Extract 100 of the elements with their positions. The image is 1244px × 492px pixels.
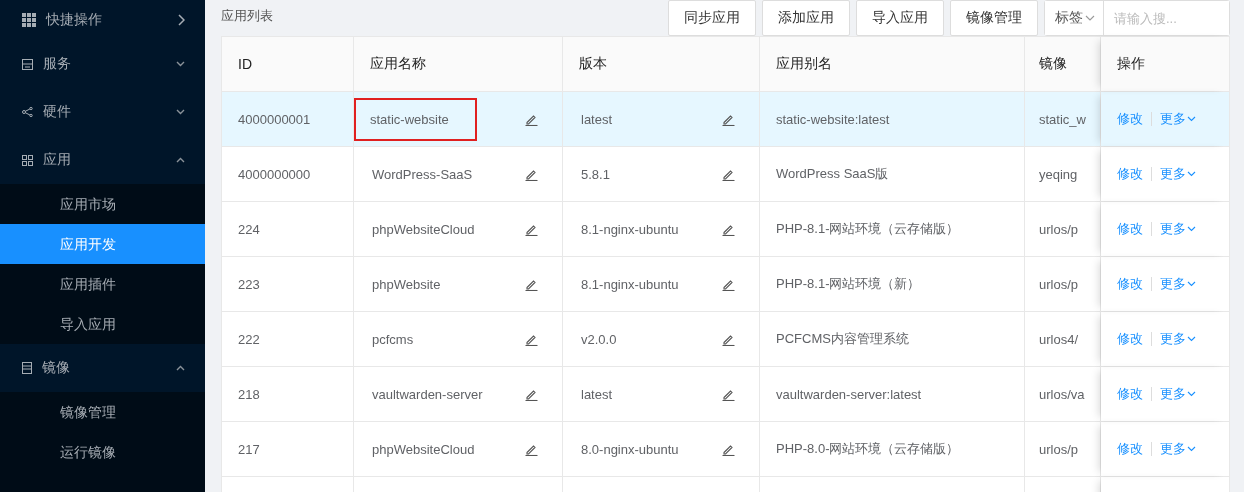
table-cell: PHP-8.0-网站环境（云存储版） bbox=[760, 422, 1025, 476]
edit-icon[interactable] bbox=[722, 442, 735, 456]
column-header: 镜像 bbox=[1025, 37, 1101, 91]
edit-icon[interactable] bbox=[525, 222, 538, 236]
toolbar-button[interactable]: 导入应用 bbox=[856, 0, 944, 36]
table-cell-text: vaultwarden-server bbox=[371, 385, 484, 404]
table-row[interactable]: 4000000000 WordPress-SaaS 5.8.1 WordPress SaaS版 yeqing 修改 更多 bbox=[222, 147, 1229, 202]
table-cell: urlos4/ bbox=[1025, 312, 1101, 366]
table-cell: 4000000000 bbox=[222, 147, 354, 201]
grid-icon bbox=[22, 13, 36, 27]
table-cell: static-website:latest bbox=[760, 92, 1025, 146]
chevron-down-icon bbox=[176, 61, 185, 67]
caret-icon bbox=[1187, 226, 1196, 232]
action-link[interactable]: 修改 bbox=[1117, 220, 1143, 238]
action-link[interactable]: 修改 bbox=[1117, 385, 1143, 403]
sidebar-group[interactable]: 服务 bbox=[0, 40, 205, 88]
sidebar-item[interactable]: 运行镜像 bbox=[0, 432, 205, 472]
edit-icon[interactable] bbox=[525, 277, 538, 291]
table-cell-text: 8.1-nginx-ubuntu bbox=[580, 275, 680, 294]
caret-icon bbox=[1187, 391, 1196, 397]
edit-icon[interactable] bbox=[722, 222, 735, 236]
table-cell: WordPress SaaS版 bbox=[760, 147, 1025, 201]
action-link[interactable]: 更多 bbox=[1160, 440, 1196, 458]
table-cell-text: phpWebsiteCloud bbox=[371, 440, 476, 459]
sidebar-group[interactable]: 硬件 bbox=[0, 88, 205, 136]
chevron-up-icon bbox=[176, 365, 185, 371]
table-cell: PHP-8.1-网站环境（云存储版） bbox=[760, 202, 1025, 256]
table-row[interactable]: 4000000001 static-website latest static-website:latest static_w 修改 更多 bbox=[222, 92, 1229, 147]
column-header: 应用名称 bbox=[354, 37, 563, 91]
sidebar-group-label: 镜像 bbox=[42, 359, 71, 377]
sidebar-group-label: 快捷操作 bbox=[46, 11, 103, 29]
table-row[interactable]: 224 phpWebsiteCloud 8.1-nginx-ubuntu PHP-8.1-网站环境（云存储版） urlos/p 修改 更多 bbox=[222, 202, 1229, 257]
table-cell: vaultwarden-server:latest bbox=[760, 367, 1025, 421]
table-cell-text: 5.8.1 bbox=[580, 165, 611, 184]
column-header: 操作 bbox=[1101, 37, 1229, 91]
action-link[interactable]: 更多 bbox=[1160, 220, 1196, 238]
sidebar-group-label: 应用 bbox=[43, 151, 72, 169]
toolbar-button[interactable]: 添加应用 bbox=[762, 0, 850, 36]
sidebar-group[interactable]: 快捷操作 bbox=[0, 0, 205, 40]
table-cell-text: pcfcms bbox=[371, 330, 415, 349]
edit-icon[interactable] bbox=[722, 277, 735, 291]
table-cell-text: WordPress-SaaS bbox=[371, 165, 474, 184]
sidebar-group-label: 硬件 bbox=[43, 103, 72, 121]
document-icon bbox=[22, 362, 32, 374]
share-icon bbox=[22, 107, 33, 117]
action-link[interactable]: 修改 bbox=[1117, 440, 1143, 458]
caret-icon bbox=[1187, 336, 1196, 342]
caret-icon bbox=[1187, 446, 1196, 452]
table-row[interactable]: 217 phpWebsiteCloud 8.0-nginx-ubuntu PHP-8.0-网站环境（云存储版） urlos/p 修改 更多 bbox=[222, 422, 1229, 477]
table-cell: PHP-8.1-网站环境（新） bbox=[760, 257, 1025, 311]
action-link[interactable]: 修改 bbox=[1117, 330, 1143, 348]
sidebar-item[interactable]: 应用插件 bbox=[0, 264, 205, 304]
sidebar-group-label: 服务 bbox=[43, 55, 72, 73]
sidebar-item[interactable]: 导入应用 bbox=[0, 304, 205, 344]
table-cell-text: phpWebsite bbox=[371, 275, 442, 294]
edit-icon[interactable] bbox=[525, 167, 538, 181]
table-row[interactable]: 223 phpWebsite 8.1-nginx-ubuntu PHP-8.1-网站环境（新） urlos/p 修改 更多 bbox=[222, 257, 1229, 312]
column-header: 应用别名 bbox=[760, 37, 1025, 91]
table-cell: 222 bbox=[222, 312, 354, 366]
edit-icon[interactable] bbox=[722, 112, 735, 126]
table-cell: urlos/va bbox=[1025, 367, 1101, 421]
sidebar-item[interactable]: 应用市场 bbox=[0, 184, 205, 224]
sidebar-group[interactable]: 镜像 bbox=[0, 344, 205, 392]
tag-filter-dropdown[interactable]: 标签 bbox=[1045, 1, 1104, 35]
edit-icon[interactable] bbox=[722, 167, 735, 181]
edit-icon[interactable] bbox=[525, 112, 538, 126]
action-link[interactable]: 更多 bbox=[1160, 275, 1196, 293]
toolbar-button[interactable]: 镜像管理 bbox=[950, 0, 1038, 36]
table-cell: yeqing bbox=[1025, 147, 1101, 201]
chevron-up-icon bbox=[176, 157, 185, 163]
table-cell-text: 8.1-nginx-ubuntu bbox=[580, 220, 680, 239]
search-field[interactable]: 标签 请输入搜... bbox=[1044, 0, 1230, 36]
table-cell-text: latest bbox=[580, 385, 614, 404]
table-cell-text: v2.0.0 bbox=[580, 330, 618, 349]
table-cell: urlos/p bbox=[1025, 257, 1101, 311]
sidebar-group[interactable]: 应用 bbox=[0, 136, 205, 184]
column-header: ID bbox=[222, 37, 354, 91]
page-title: 应用列表 bbox=[221, 7, 273, 25]
action-link[interactable]: 更多 bbox=[1160, 165, 1196, 183]
edit-icon[interactable] bbox=[525, 442, 538, 456]
edit-icon[interactable] bbox=[722, 387, 735, 401]
action-link[interactable]: 修改 bbox=[1117, 165, 1143, 183]
toolbar-button[interactable]: 同步应用 bbox=[668, 0, 756, 36]
table-cell: static-website bbox=[356, 99, 475, 139]
table-cell: 217 bbox=[222, 422, 354, 476]
edit-icon[interactable] bbox=[525, 387, 538, 401]
table-cell: 4000000001 bbox=[222, 92, 354, 146]
table-cell-text: 8.0-nginx-ubuntu bbox=[580, 440, 680, 459]
table-row[interactable]: 218 vaultwarden-server latest vaultwarden-server:latest urlos/va 修改 更多 bbox=[222, 367, 1229, 422]
action-link[interactable]: 更多 bbox=[1160, 330, 1196, 348]
caret-icon bbox=[1085, 15, 1095, 21]
action-link[interactable]: 更多 bbox=[1160, 385, 1196, 403]
column-header: 版本 bbox=[563, 37, 760, 91]
table-row[interactable]: 222 pcfcms v2.0.0 PCFCMS内容管理系统 urlos4/ 修改 更多 bbox=[222, 312, 1229, 367]
table-cell: 223 bbox=[222, 257, 354, 311]
sidebar-item[interactable]: 镜像管理 bbox=[0, 392, 205, 432]
edit-icon[interactable] bbox=[722, 332, 735, 346]
caret-icon bbox=[1187, 171, 1196, 177]
edit-icon[interactable] bbox=[525, 332, 538, 346]
action-link[interactable]: 修改 bbox=[1117, 275, 1143, 293]
